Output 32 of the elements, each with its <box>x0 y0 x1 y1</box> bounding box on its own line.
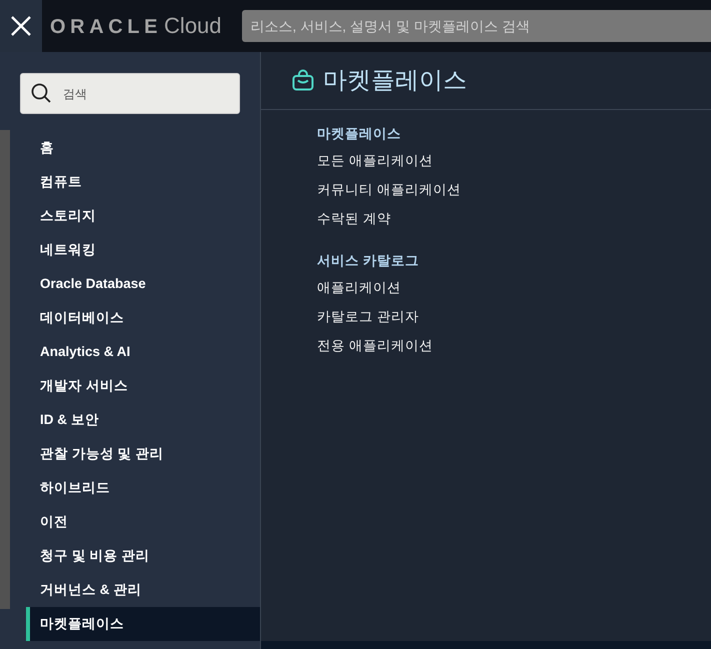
menu-link[interactable]: 카탈로그 관리자 <box>317 308 419 326</box>
menu-item[interactable]: 청구 및 비용 관리 <box>26 539 260 573</box>
search-field[interactable]: 리소스, 서비스, 설명서 및 마켓플레이스 검색 <box>242 10 711 42</box>
menu-link[interactable]: 커뮤니티 애플리케이션 <box>317 180 461 198</box>
shopping-bag-icon <box>292 68 314 90</box>
menu-item[interactable]: Oracle Database <box>26 267 260 301</box>
panel-title: 마켓플레이스 <box>323 66 467 96</box>
menu-item[interactable]: 개발자 서비스 <box>26 369 260 403</box>
menu-item[interactable]: Analytics & AI <box>26 335 260 369</box>
scrollbar-thumb[interactable] <box>0 130 10 609</box>
search-icon <box>31 83 51 103</box>
menu-item[interactable]: 데이터베이스 <box>26 301 260 335</box>
menu-item[interactable]: 이전 <box>26 505 260 539</box>
menu-link[interactable]: 모든 애플리케이션 <box>317 152 433 170</box>
close-icon <box>11 16 31 36</box>
menu-item[interactable]: 마켓플레이스 <box>26 607 260 641</box>
search-field[interactable]: 검색 <box>20 73 240 114</box>
menu-item[interactable]: 스토리지 <box>26 199 260 233</box>
menu-item[interactable]: 관찰 가능성 및 관리 <box>26 437 260 471</box>
oracle-cloud-logo[interactable]: ORACLE Cloud <box>50 13 222 39</box>
close-button[interactable] <box>0 0 42 52</box>
menu-item[interactable]: 네트워킹 <box>26 233 260 267</box>
section-heading: 서비스 카탈로그 <box>317 252 419 270</box>
section-heading: 마켓플레이스 <box>317 125 401 143</box>
menu-item[interactable]: 홈 <box>26 131 260 165</box>
menu-item[interactable]: ID & 보안 <box>26 403 260 437</box>
menu-link[interactable]: 애플리케이션 <box>317 278 401 296</box>
menu-link[interactable]: 전용 애플리케이션 <box>317 336 433 354</box>
menu-link[interactable]: 수락된 계약 <box>317 210 391 228</box>
menu-item[interactable]: 컴퓨트 <box>26 165 260 199</box>
menu-item[interactable]: 거버넌스 & 관리 <box>26 573 260 607</box>
menu-item[interactable]: 하이브리드 <box>26 471 260 505</box>
